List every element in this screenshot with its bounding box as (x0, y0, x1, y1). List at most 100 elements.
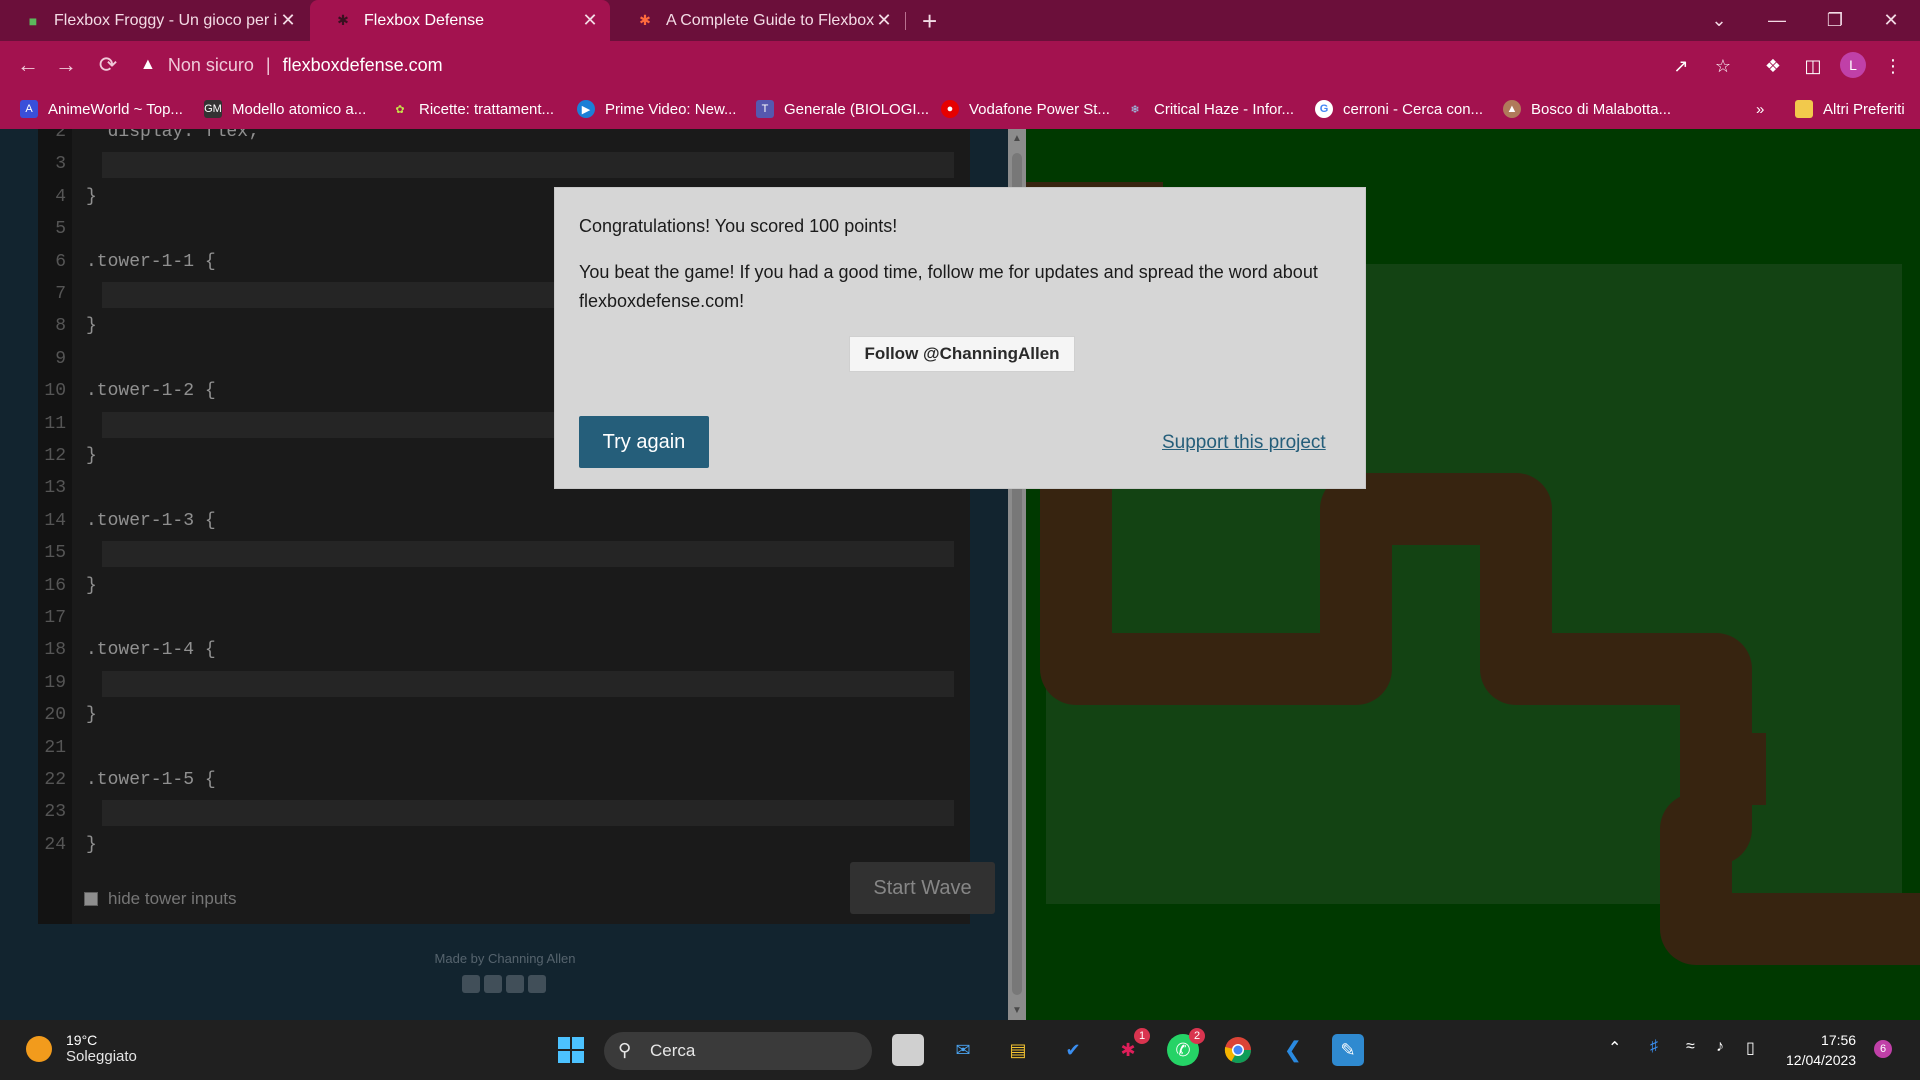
tab-title: A Complete Guide to Flexbox | C (666, 11, 874, 29)
bookmark-ricette[interactable]: ✿ Ricette: trattament... (391, 89, 554, 129)
wifi-icon[interactable]: ≈ (1686, 1038, 1695, 1056)
bluetooth-icon[interactable]: ♯ (1650, 1038, 1658, 1056)
teams-icon: T (756, 100, 774, 118)
leaf-icon: ✿ (395, 103, 405, 116)
back-icon[interactable]: ← (14, 51, 42, 79)
weather-temperature: 19°C (66, 1032, 98, 1048)
tab-separator (905, 12, 906, 30)
menu-dots-icon[interactable]: ⋮ (1880, 53, 1906, 79)
bookmark-label: Altri Preferiti (1823, 100, 1905, 118)
forward-icon[interactable]: → (52, 51, 80, 79)
gm-icon: GM (204, 100, 222, 118)
notification-badge[interactable]: 6 (1874, 1040, 1892, 1058)
bookmarks-overflow-button[interactable]: » (1756, 89, 1764, 129)
url-text: flexboxdefense.com (282, 54, 443, 75)
windows-start-icon[interactable] (555, 1034, 587, 1066)
bookmark-star-icon[interactable]: ☆ (1710, 53, 1736, 79)
game-over-dialog: Congratulations! You scored 100 points! … (554, 187, 1366, 489)
bookmark-animeworld[interactable]: A AnimeWorld ~ Top... (20, 89, 183, 129)
bookmark-critical-haze[interactable]: ❄ Critical Haze - Infor... (1126, 89, 1294, 129)
bookmark-label: Generale (BIOLOGI... (784, 100, 930, 118)
bookmark-cerroni[interactable]: Gcerroni - Cerca con... (1315, 89, 1483, 129)
folder-icon (1795, 100, 1813, 118)
volume-icon[interactable]: ♪ (1716, 1038, 1724, 1056)
url-bar[interactable]: ▲ Non sicuro | flexboxdefense.com (140, 47, 1280, 83)
bookmark-label: Ricette: trattament... (419, 100, 555, 118)
bookmark-label: Critical Haze - Infor... (1154, 100, 1295, 118)
new-tab-button[interactable]: + (922, 6, 937, 37)
url-divider: | (265, 54, 271, 75)
bookmark-vodafone[interactable]: ● Vodafone Power St... (941, 89, 1110, 129)
flexbox-defense-icon: ✱ (337, 12, 349, 28)
profile-avatar[interactable]: L (1840, 52, 1866, 78)
bookmark-label: Modello atomico a... (232, 100, 367, 118)
other-bookmarks-folder[interactable]: Altri Preferiti (1795, 89, 1905, 129)
try-again-button[interactable]: Try again (579, 416, 709, 468)
close-window-button[interactable]: ✕ (1862, 0, 1920, 41)
close-tab-icon[interactable]: ✕ (580, 10, 600, 31)
bookmark-label: cerroni - Cerca con... (1343, 100, 1484, 118)
bookmark-label: Bosco di Malabotta... (1531, 100, 1672, 118)
browser-tab-bar: ■ Flexbox Froggy - Un gioco per im ✕ ✱ F… (0, 0, 1920, 41)
paint-icon[interactable]: ✎ (1332, 1034, 1364, 1066)
windows-taskbar: 19°C Soleggiato ⚲ Cerca ✉ ▤ ✔ ✱ 1 ✆ 2 ❮ ✎ … (0, 1020, 1920, 1080)
win-message: You beat the game! If you had a good tim… (579, 262, 1318, 311)
reload-icon[interactable]: ⟳ (94, 51, 122, 79)
task-view-icon[interactable] (892, 1034, 924, 1066)
battery-icon[interactable]: ▯ (1746, 1038, 1755, 1058)
slack-icon[interactable]: ✱ 1 (1112, 1028, 1150, 1066)
share-icon[interactable]: ↗ (1668, 53, 1694, 79)
bookmark-label: Prime Video: New... (605, 100, 737, 118)
weather-description: Soleggiato (66, 1048, 137, 1065)
address-toolbar: ← → ⟳ ▲ Non sicuro | flexboxdefense.com … (0, 41, 1920, 89)
restore-button[interactable]: ❐ (1806, 0, 1864, 41)
plant-icon: ❄ (1130, 103, 1140, 116)
bookmarks-bar: A AnimeWorld ~ Top... GM Modello atomico a… (0, 89, 1920, 129)
tab-title: Flexbox Defense (364, 11, 485, 29)
tab-flexbox-froggy[interactable]: ■ Flexbox Froggy - Un gioco per im ✕ (0, 0, 308, 41)
bookmark-label: AnimeWorld ~ Top... (48, 100, 183, 118)
frog-icon: ■ (28, 12, 38, 29)
bookmark-bosco-malabotta[interactable]: ▲ Bosco di Malabotta... (1503, 89, 1671, 129)
whatsapp-icon[interactable]: ✆ 2 (1167, 1028, 1205, 1066)
whatsapp-badge: 2 (1189, 1028, 1205, 1044)
bookmark-label: Vodafone Power St... (969, 100, 1110, 118)
search-icon: ⚲ (618, 1040, 632, 1060)
clock-time: 17:56 (1821, 1032, 1857, 1048)
bookmark-prime-video[interactable]: ▶ Prime Video: New... (577, 89, 736, 129)
prime-video-icon: ▶ (577, 100, 595, 118)
follow-twitter-button[interactable]: Follow @ChanningAllen (849, 336, 1075, 372)
show-hidden-icons[interactable]: ⌃ (1608, 1038, 1621, 1058)
tab-search-icon[interactable]: ⌄ (1690, 0, 1748, 41)
bookmark-modello-atomico[interactable]: GM Modello atomico a... (204, 89, 366, 129)
tab-complete-guide-flexbox[interactable]: ✱ A Complete Guide to Flexbox | C ✕ (612, 0, 904, 41)
page-content: 2 display: flex; 3 4} 5 6 .tower-1-1 {7 8} 9 10.… (0, 129, 1920, 1020)
chrome-icon[interactable] (1222, 1034, 1254, 1066)
tab-flexbox-defense[interactable]: ✱ Flexbox Defense ✕ (310, 0, 610, 41)
support-project-link[interactable]: Support this project (1162, 432, 1326, 454)
tree-icon: ▲ (1503, 100, 1521, 118)
close-tab-icon[interactable]: ✕ (874, 10, 894, 31)
minimize-button[interactable]: — (1748, 0, 1806, 41)
bookmark-generale-biologia[interactable]: T Generale (BIOLOGI... (756, 89, 929, 129)
side-panel-icon[interactable]: ◫ (1800, 53, 1826, 79)
vodafone-icon: ● (941, 100, 959, 118)
css-tricks-icon: ✱ (639, 12, 651, 28)
slack-badge: 1 (1134, 1028, 1150, 1044)
system-clock[interactable]: 17:56 12/04/2023 (1786, 1030, 1856, 1070)
mail-icon[interactable]: ✉ (947, 1034, 979, 1066)
close-tab-icon[interactable]: ✕ (278, 10, 298, 31)
todo-icon[interactable]: ✔ (1057, 1034, 1089, 1066)
warning-icon: ▲ (140, 56, 156, 73)
sun-icon (26, 1035, 52, 1062)
search-label: Cerca (650, 1041, 696, 1060)
score-message: Congratulations! You scored 100 points! (579, 216, 898, 236)
clock-date: 12/04/2023 (1786, 1052, 1857, 1068)
weather-widget[interactable]: 19°C Soleggiato (26, 1032, 137, 1065)
taskbar-search[interactable]: ⚲ Cerca (604, 1032, 872, 1070)
animeworld-icon: A (20, 100, 38, 118)
security-label: Non sicuro (167, 54, 254, 75)
file-explorer-icon[interactable]: ▤ (1002, 1034, 1034, 1066)
extensions-icon[interactable]: ❖ (1760, 53, 1786, 79)
vscode-icon[interactable]: ❮ (1277, 1034, 1309, 1066)
